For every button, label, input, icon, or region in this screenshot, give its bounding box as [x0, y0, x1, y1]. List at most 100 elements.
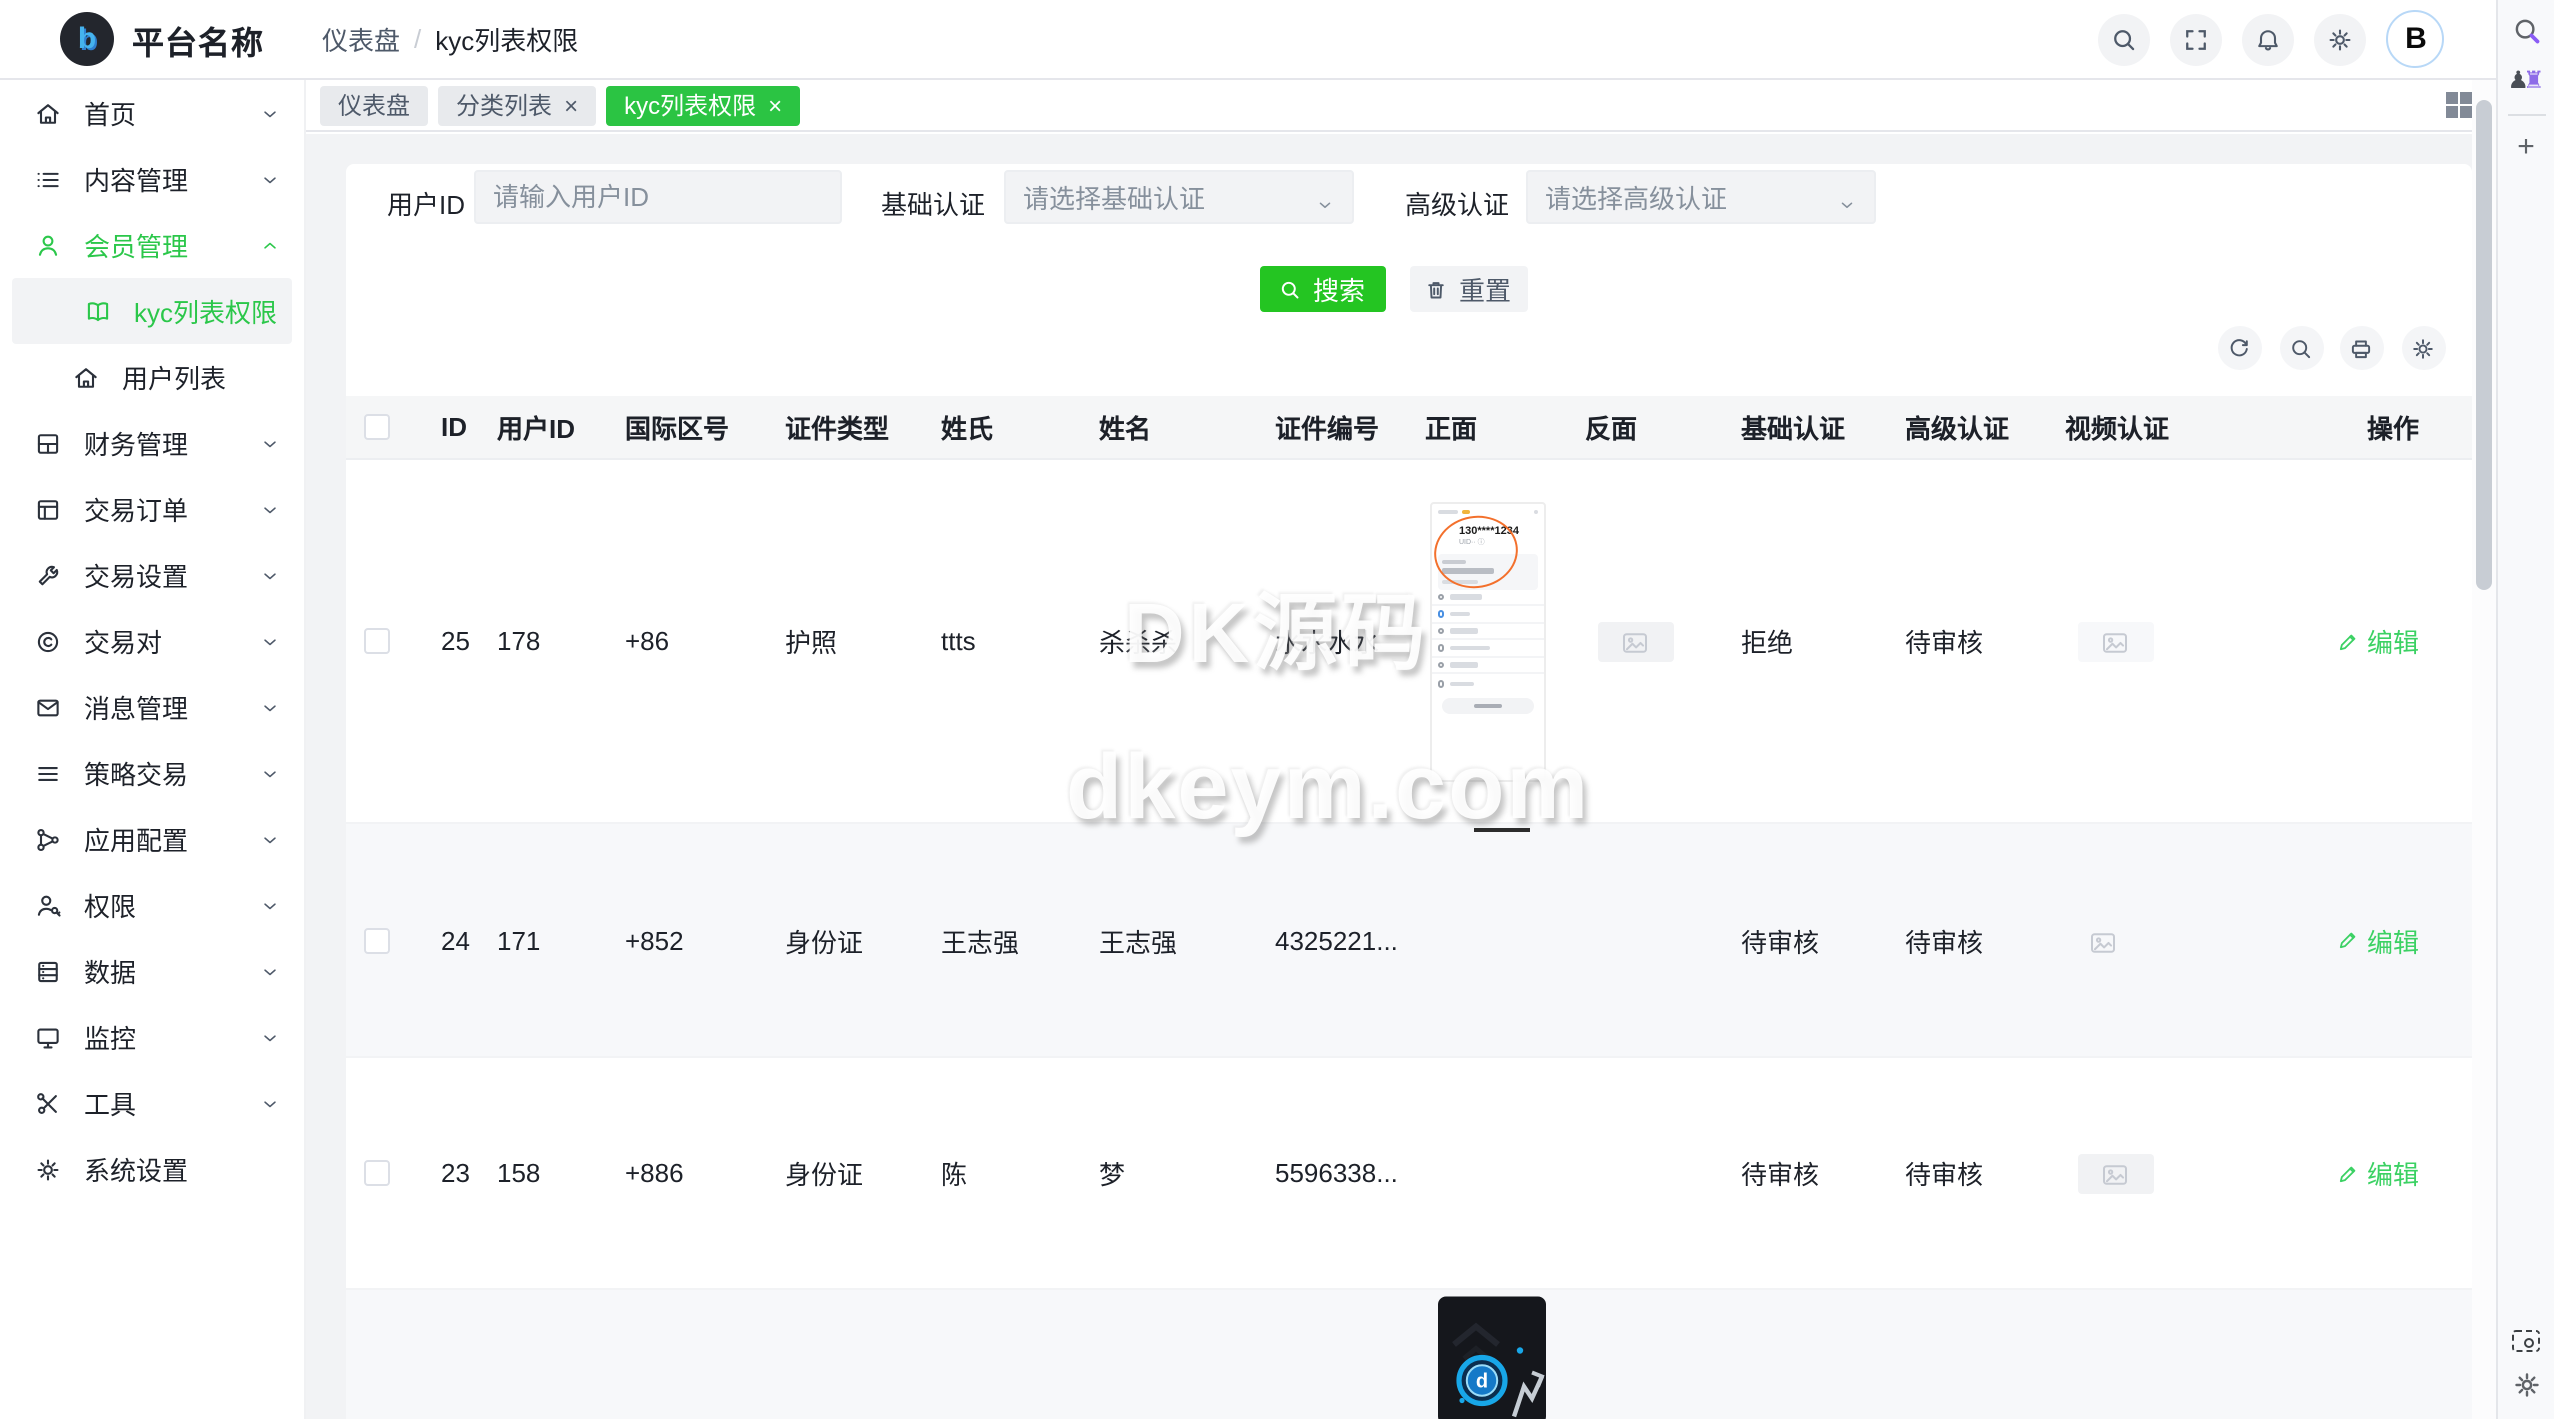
broken-image-icon — [1622, 630, 1648, 653]
chevron-down-icon — [260, 1093, 280, 1113]
chevron-down-icon — [260, 895, 280, 915]
sidebar-item-user-list[interactable]: 用户列表 — [0, 344, 304, 410]
fullscreen-icon — [2186, 29, 2206, 49]
menu-lines-icon — [34, 759, 62, 787]
edit-button[interactable]: 编辑 — [2337, 622, 2419, 660]
tools-icon — [34, 1089, 62, 1117]
panel-add-button[interactable]: + — [2517, 130, 2535, 164]
table-icon — [34, 495, 62, 523]
trash-icon — [1429, 281, 1445, 298]
close-icon[interactable]: × — [768, 93, 782, 117]
sidebar-item-messages[interactable]: 消息管理 — [0, 674, 304, 740]
front-id-photo-thumbnail[interactable]: d — [1437, 1296, 1545, 1419]
sidebar-item-strategy[interactable]: 策略交易 — [0, 740, 304, 806]
brand-logo[interactable]: b 平台名称 — [0, 12, 306, 66]
sidebar-item-home[interactable]: 首页 — [0, 80, 304, 146]
broken-image-icon — [2102, 630, 2128, 653]
chevron-down-icon — [260, 433, 280, 453]
advanced-auth-label: 高级认证 — [1405, 190, 1510, 220]
back-id-photo-placeholder[interactable] — [1597, 621, 1673, 661]
basic-auth-select[interactable]: 请选择基础认证 — [1003, 170, 1353, 224]
row-checkbox[interactable] — [364, 927, 390, 953]
advanced-auth-status: 待审核 — [1905, 628, 1984, 658]
copyright-icon — [34, 627, 62, 655]
fullscreen-button[interactable] — [2170, 13, 2222, 65]
row-checkbox[interactable] — [364, 1160, 390, 1186]
database-icon — [34, 957, 62, 985]
breadcrumb-item-current: kyc列表权限 — [435, 26, 579, 56]
row-checkbox[interactable] — [364, 628, 390, 654]
user-id-input[interactable] — [473, 170, 841, 224]
sidebar-item-system-settings[interactable]: 系统设置 — [0, 1136, 304, 1202]
breadcrumb: 仪表盘 / kyc列表权限 — [322, 20, 578, 58]
refresh-icon — [2230, 338, 2248, 356]
chess-extension-button[interactable]: ♟ ♜ — [2507, 62, 2544, 96]
chevron-down-icon — [1315, 188, 1333, 209]
reset-button[interactable]: 重置 — [1409, 266, 1527, 312]
broken-image-icon — [2089, 929, 2115, 952]
screenshot-capture-icon[interactable] — [2512, 1329, 2540, 1351]
book-icon — [84, 297, 112, 325]
video-auth-placeholder[interactable] — [2077, 621, 2153, 661]
pencil-icon — [2340, 932, 2357, 949]
tab-dashboard[interactable]: 仪表盘 — [320, 85, 429, 125]
chevron-down-icon — [260, 631, 280, 651]
sidebar-item-tools[interactable]: 工具 — [0, 1070, 304, 1136]
table-search-button[interactable] — [2279, 326, 2323, 370]
page-scrollbar[interactable] — [2472, 80, 2496, 1419]
wrench-icon — [34, 561, 62, 589]
chevron-down-icon — [260, 565, 280, 585]
app-header: b 平台名称 仪表盘 / kyc列表权限 B — [0, 0, 2496, 80]
tab-layout-grid-icon[interactable] — [2446, 92, 2472, 118]
sidebar-item-content[interactable]: 内容管理 — [0, 146, 304, 212]
front-id-photo-thumbnail[interactable]: 130****1234 UID·· ⓘ — [1429, 501, 1545, 781]
tab-category-list[interactable]: 分类列表 × — [438, 85, 597, 125]
edit-button[interactable]: 编辑 — [2337, 1154, 2419, 1192]
sidebar-item-kyc-list[interactable]: kyc列表权限 — [12, 278, 292, 344]
search-button[interactable]: 搜索 — [1259, 266, 1385, 312]
sidebar-item-permissions[interactable]: 权限 — [0, 872, 304, 938]
chevron-down-icon — [260, 961, 280, 981]
brand-logo-glyph: b — [77, 22, 97, 56]
sidebar-item-finance[interactable]: 财务管理 — [0, 410, 304, 476]
avatar-letter: B — [2405, 22, 2427, 56]
settings-button[interactable] — [2314, 13, 2366, 65]
video-auth-placeholder[interactable] — [2077, 1153, 2153, 1193]
sidebar-item-app-config[interactable]: 应用配置 — [0, 806, 304, 872]
gear-icon — [2413, 338, 2433, 358]
sidebar-item-monitor[interactable]: 监控 — [0, 1004, 304, 1070]
print-button[interactable] — [2339, 326, 2383, 370]
edit-button[interactable]: 编辑 — [2337, 921, 2419, 959]
refresh-button[interactable] — [2217, 326, 2261, 370]
svg-text:d: d — [1475, 1371, 1487, 1393]
search-icon — [2292, 339, 2311, 358]
breadcrumb-item-dashboard[interactable]: 仪表盘 — [322, 20, 400, 58]
notifications-button[interactable] — [2242, 13, 2294, 65]
content-area: 用户ID 基础认证 请选择基础认证 高级认证 请选择高级认证 搜索 重置 — [306, 133, 2496, 1419]
header-search-button[interactable] — [2098, 13, 2150, 65]
panel-search-button[interactable] — [2511, 16, 2541, 46]
table-row-partial: d — [345, 1290, 2471, 1419]
kyc-table: ID 用户ID 国际区号 证件类型 姓氏 姓名 证件编号 正面 反面 基础认证 … — [345, 396, 2471, 1419]
browser-side-panel: ♟ ♜ + — [2496, 0, 2554, 1419]
sidebar-item-data[interactable]: 数据 — [0, 938, 304, 1004]
tab-bar: 仪表盘 分类列表 × kyc列表权限 × — [306, 80, 2496, 132]
close-icon[interactable]: × — [564, 93, 578, 117]
advanced-auth-select[interactable]: 请选择高级认证 — [1525, 170, 1875, 224]
sidebar-item-trade-settings[interactable]: 交易设置 — [0, 542, 304, 608]
monitor-icon — [34, 1023, 62, 1051]
scrollbar-thumb[interactable] — [2476, 100, 2492, 590]
sidebar-menu: 首页 内容管理 会员管理 kyc列表权限 用户列表 财务管理 交易订单 交易设置… — [0, 80, 304, 1202]
sidebar-item-trade-pairs[interactable]: 交易对 — [0, 608, 304, 674]
kyc-card: 用户ID 基础认证 请选择基础认证 高级认证 请选择高级认证 搜索 重置 — [345, 164, 2471, 1419]
user-key-icon — [34, 891, 62, 919]
panel-settings-button[interactable] — [2511, 1369, 2541, 1399]
finance-grid-icon — [34, 429, 62, 457]
sidebar-item-trade-orders[interactable]: 交易订单 — [0, 476, 304, 542]
select-all-checkbox[interactable] — [364, 414, 390, 440]
tab-kyc-list[interactable]: kyc列表权限 × — [606, 85, 801, 125]
user-avatar[interactable]: B — [2386, 10, 2444, 68]
sidebar-item-members[interactable]: 会员管理 — [0, 212, 304, 278]
home-icon — [34, 99, 62, 127]
table-settings-button[interactable] — [2401, 326, 2445, 370]
